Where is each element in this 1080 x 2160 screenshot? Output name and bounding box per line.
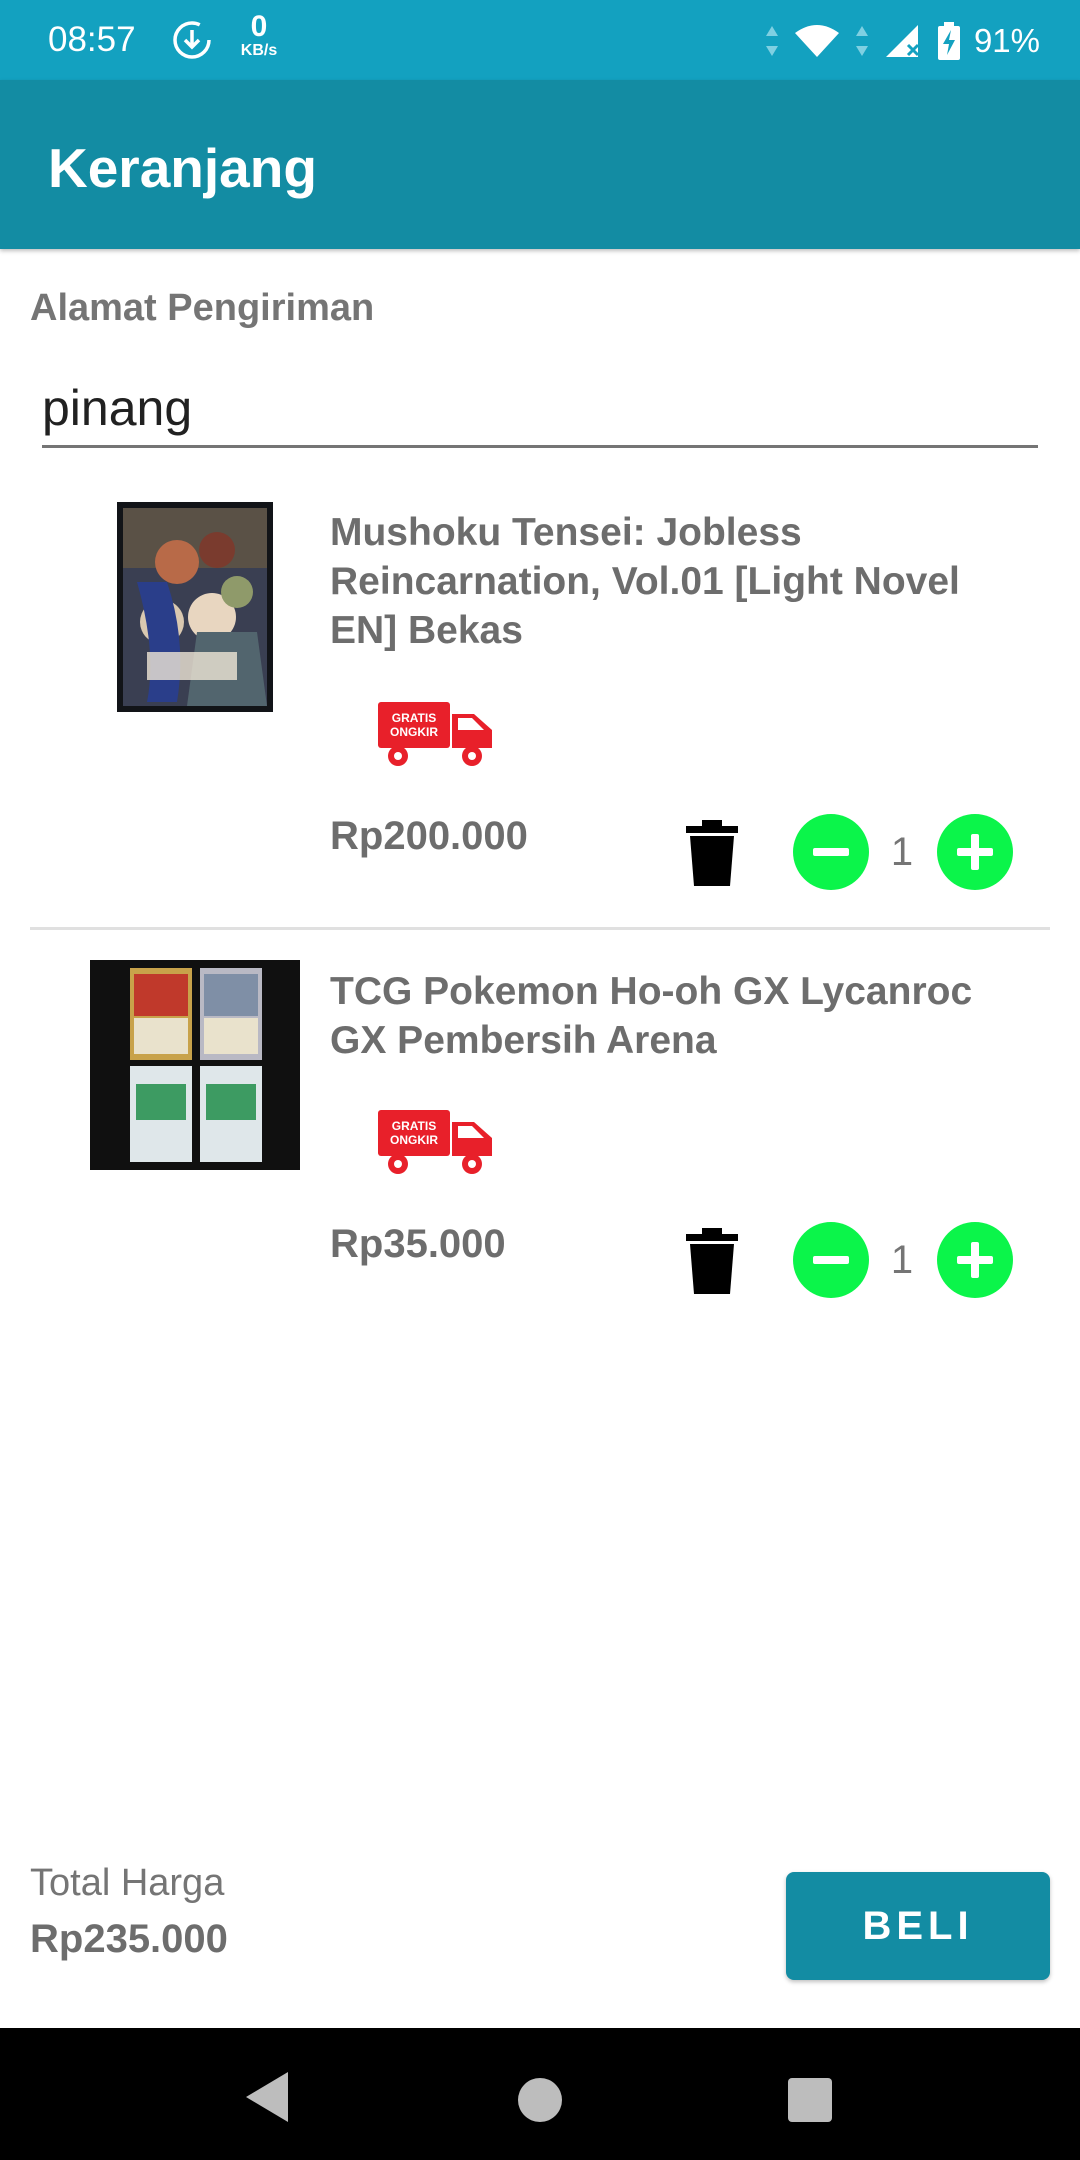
trash-icon[interactable]: [684, 818, 740, 888]
app-bar: Keranjang: [0, 80, 1080, 249]
status-bar: 08:57 0 KB/s 91%: [0, 0, 1080, 80]
product-price: Rp35.000: [330, 1222, 506, 1266]
address-input[interactable]: [42, 370, 1038, 448]
product-image[interactable]: [90, 960, 300, 1170]
item-divider: [30, 927, 1050, 930]
free-shipping-label: GRATIS: [392, 1119, 436, 1133]
quantity-value: 1: [890, 830, 914, 874]
product-name[interactable]: TCG Pokemon Ho-oh GX Lycanroc GX Pembers…: [330, 967, 1030, 1065]
minus-icon: [813, 1256, 849, 1264]
plus-icon-vertical: [971, 834, 979, 870]
free-shipping-icon: GRATIS ONGKIR: [378, 1110, 492, 1174]
recent-apps-icon[interactable]: [788, 2078, 832, 2122]
trash-icon[interactable]: [684, 1226, 740, 1296]
increase-quantity-button[interactable]: [937, 814, 1013, 890]
product-price: Rp200.000: [330, 814, 528, 858]
home-icon[interactable]: [518, 2078, 562, 2122]
minus-icon: [813, 848, 849, 856]
product-name[interactable]: Mushoku Tensei: Jobless Reincarnation, V…: [330, 508, 1030, 655]
total-label: Total Harga: [30, 1862, 225, 1904]
status-time: 08:57: [48, 20, 136, 59]
battery-percent: 91%: [973, 22, 1040, 59]
back-icon[interactable]: [244, 2070, 290, 2124]
network-speed-value: 0: [250, 10, 268, 43]
increase-quantity-button[interactable]: [937, 1222, 1013, 1298]
download-icon: [173, 21, 211, 59]
network-speed-unit: KB/s: [240, 42, 278, 59]
navigation-bar: [0, 2028, 1080, 2160]
product-image[interactable]: [117, 502, 273, 712]
wifi-icon: [794, 25, 839, 57]
free-shipping-label: GRATIS: [392, 711, 436, 725]
address-label: Alamat Pengiriman: [30, 287, 375, 329]
status-icons: 91%: [764, 16, 1040, 66]
free-shipping-label: ONGKIR: [390, 725, 438, 739]
total-value: Rp235.000: [30, 1917, 228, 1961]
signal-icon: [885, 25, 919, 57]
decrease-quantity-button[interactable]: [793, 814, 869, 890]
battery-charging-icon: [937, 22, 960, 60]
buy-button[interactable]: BELI: [786, 1872, 1050, 1980]
decrease-quantity-button[interactable]: [793, 1222, 869, 1298]
plus-icon-vertical: [971, 1242, 979, 1278]
page-title: Keranjang: [48, 137, 317, 199]
data-arrows-icon: [855, 26, 868, 56]
free-shipping-icon: GRATIS ONGKIR: [378, 702, 492, 766]
network-speed: 0 KB/s: [234, 12, 284, 60]
data-arrows-icon: [765, 26, 778, 56]
quantity-value: 1: [890, 1238, 914, 1282]
free-shipping-label: ONGKIR: [390, 1133, 438, 1147]
